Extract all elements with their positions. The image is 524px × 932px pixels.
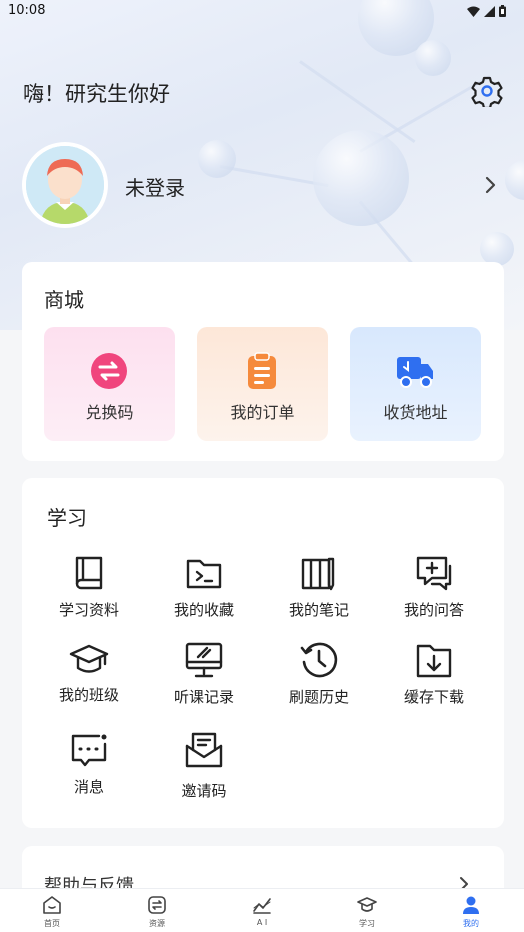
settings-button[interactable]	[469, 73, 505, 109]
practice-history-label: 刷题历史	[288, 688, 349, 706]
mall-title: 商城	[44, 288, 84, 312]
my-qa-item[interactable]: 我的问答	[379, 553, 489, 633]
nav-profile[interactable]: 我的	[441, 895, 501, 931]
gear-icon	[471, 76, 503, 107]
monitor-icon	[185, 642, 223, 678]
default-avatar-illustration	[26, 146, 104, 224]
resources-icon	[148, 896, 166, 914]
nav-profile-label: 我的	[463, 919, 479, 928]
ai-chart-icon	[253, 898, 271, 914]
study-cap-icon	[357, 897, 377, 912]
invite-code-label: 邀请码	[181, 782, 227, 800]
my-notes-item[interactable]: 我的笔记	[264, 553, 374, 633]
notes-icon	[301, 557, 335, 591]
bottom-nav: 首页 资源 A I 学习 我的	[0, 888, 524, 932]
nav-resources[interactable]: 资源	[127, 895, 187, 931]
avatar[interactable]	[22, 142, 108, 228]
lecture-history-item[interactable]: 听课记录	[149, 640, 259, 720]
wifi-icon	[467, 6, 480, 17]
greeting-text: 嗨！研究生你好	[23, 82, 170, 106]
home-icon	[43, 896, 61, 914]
status-icons	[467, 5, 506, 17]
battery-icon	[499, 5, 506, 17]
nav-ai-label: A I	[256, 918, 268, 927]
exchange-code-icon	[91, 353, 127, 389]
book-icon	[75, 556, 103, 590]
exchange-code-tile[interactable]: 兑换码	[44, 327, 175, 441]
nav-study[interactable]: 学习	[337, 895, 397, 931]
status-time: 10:08	[8, 3, 46, 18]
study-materials-label: 学习资料	[58, 601, 119, 619]
my-class-label: 我的班级	[58, 686, 119, 704]
my-orders-tile[interactable]: 我的订单	[197, 327, 328, 441]
status-bar: 10:08	[0, 0, 524, 24]
folder-icon	[186, 559, 222, 589]
invite-code-item[interactable]: 邀请码	[149, 730, 259, 810]
graduation-cap-icon	[69, 644, 109, 673]
message-icon	[71, 734, 107, 767]
history-icon	[300, 642, 338, 678]
messages-label: 消息	[73, 778, 104, 796]
my-qa-label: 我的问答	[403, 601, 464, 619]
cellular-signal-icon	[484, 5, 495, 17]
study-materials-item[interactable]: 学习资料	[34, 553, 144, 633]
my-favorites-item[interactable]: 我的收藏	[149, 553, 259, 633]
my-class-item[interactable]: 我的班级	[34, 640, 144, 720]
chevron-right-icon	[485, 176, 496, 194]
study-card: 学习 学习资料 我的收藏 我的笔记 我的问答 我的班级 听课记录 刷题历史 缓存…	[22, 478, 504, 828]
cache-download-item[interactable]: 缓存下载	[379, 640, 489, 720]
messages-item[interactable]: 消息	[34, 730, 144, 810]
my-orders-label: 我的订单	[230, 403, 295, 422]
order-clipboard-icon	[248, 352, 276, 389]
my-notes-label: 我的笔记	[288, 601, 349, 619]
qa-icon	[416, 556, 452, 591]
practice-history-item[interactable]: 刷题历史	[264, 640, 374, 720]
nav-home[interactable]: 首页	[22, 895, 82, 931]
lecture-history-label: 听课记录	[173, 688, 234, 706]
nav-resources-label: 资源	[149, 919, 165, 928]
nav-home-label: 首页	[44, 919, 60, 928]
shipping-address-tile[interactable]: 收货地址	[350, 327, 481, 441]
invite-envelope-icon	[185, 732, 223, 768]
mall-card: 商城 兑换码 我的订单 收货地址	[22, 262, 504, 461]
profile-icon	[463, 896, 479, 914]
download-folder-icon	[416, 644, 452, 678]
profile-row[interactable]: 未登录	[22, 142, 504, 230]
exchange-code-label: 兑换码	[85, 403, 134, 422]
login-status[interactable]: 未登录	[125, 172, 185, 201]
nav-study-label: 学习	[359, 919, 375, 928]
nav-ai[interactable]: A I	[232, 895, 292, 931]
delivery-truck-icon	[397, 357, 433, 388]
shipping-address-label: 收货地址	[383, 403, 448, 422]
my-favorites-label: 我的收藏	[173, 601, 234, 619]
study-title: 学习	[47, 506, 87, 530]
cache-download-label: 缓存下载	[403, 688, 464, 706]
